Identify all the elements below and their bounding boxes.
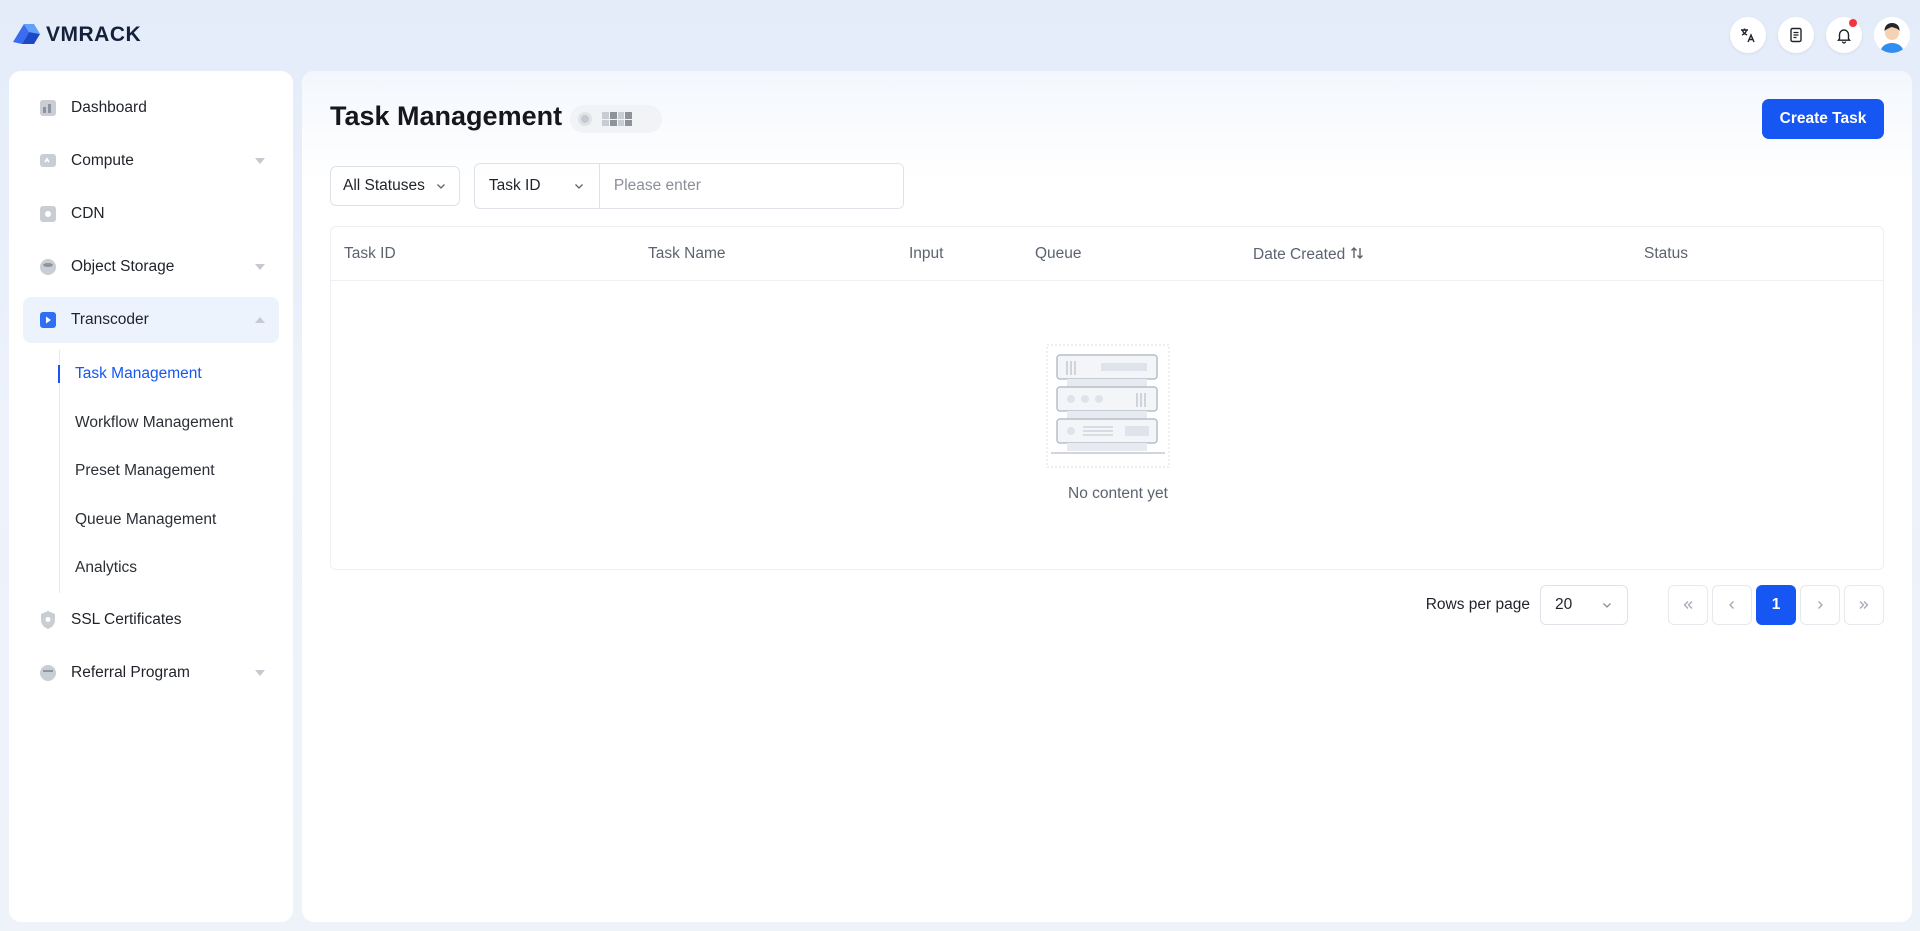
- sidebar-item-transcoder[interactable]: Transcoder: [23, 297, 279, 343]
- chevron-down-icon: [255, 264, 265, 270]
- document-icon: [1790, 27, 1802, 43]
- docs-button[interactable]: [1778, 17, 1814, 53]
- sidebar-subitem-analytics[interactable]: Analytics: [45, 544, 279, 593]
- region-chip[interactable]: [570, 105, 662, 133]
- sidebar-subitem-preset-management[interactable]: Preset Management: [45, 447, 279, 496]
- logo-icon: [13, 24, 40, 44]
- notifications-button[interactable]: [1826, 17, 1862, 53]
- storage-icon: [40, 259, 56, 275]
- sidebar-item-compute[interactable]: Compute: [23, 138, 279, 184]
- region-icon: [578, 112, 592, 126]
- last-page-button[interactable]: [1844, 585, 1884, 625]
- chevron-right-icon: [1818, 601, 1823, 609]
- column-queue: Queue: [1035, 245, 1082, 262]
- shield-icon: [41, 610, 55, 629]
- rows-per-page-select[interactable]: 20: [1540, 585, 1628, 625]
- search-field-select[interactable]: Task ID: [475, 164, 600, 208]
- sidebar-item-referral-program[interactable]: Referral Program: [23, 650, 279, 696]
- empty-state-text: No content yet: [1068, 485, 1168, 502]
- dashboard-icon: [40, 100, 56, 116]
- chevron-down-icon: [436, 184, 445, 189]
- referral-icon: [40, 664, 56, 681]
- column-input: Input: [909, 245, 944, 262]
- column-task-name: Task Name: [648, 245, 726, 262]
- prev-page-button[interactable]: [1712, 585, 1752, 625]
- chevron-down-icon: [1603, 603, 1611, 608]
- page-title: Task Management: [330, 101, 563, 131]
- double-chevron-left-icon: [1683, 601, 1693, 609]
- chevron-left-icon: [1729, 601, 1734, 609]
- create-task-button[interactable]: Create Task: [1762, 99, 1884, 139]
- compute-icon: [40, 154, 56, 167]
- sidebar-subitem-task-management[interactable]: Task Management: [45, 350, 279, 399]
- next-page-button[interactable]: [1800, 585, 1840, 625]
- chevron-down-icon: [574, 184, 583, 189]
- translate-icon: [1741, 28, 1755, 43]
- task-table: Task ID Task Name Input Queue Date Creat…: [330, 226, 1884, 570]
- redacted-label: [602, 112, 632, 126]
- brand-name: VMRACK: [46, 23, 142, 46]
- column-status: Status: [1644, 245, 1688, 262]
- search-input[interactable]: [599, 164, 903, 208]
- pagination: Rows per page 20 1: [1426, 585, 1884, 625]
- sidebar: Dashboard Compute CDN Object Storage Tra…: [9, 71, 293, 922]
- sort-icon[interactable]: [1349, 245, 1365, 261]
- avatar-icon: [1874, 17, 1910, 53]
- brand-logo[interactable]: VMRACK: [10, 20, 141, 50]
- bell-icon: [1837, 29, 1851, 44]
- first-page-button[interactable]: [1668, 585, 1708, 625]
- column-task-id: Task ID: [344, 245, 396, 262]
- status-filter-select[interactable]: All Statuses: [330, 166, 460, 206]
- top-bar: VMRACK: [0, 0, 1920, 70]
- sidebar-item-ssl-certificates[interactable]: SSL Certificates: [23, 597, 279, 643]
- sidebar-item-cdn[interactable]: CDN: [23, 191, 279, 237]
- cdn-icon: [40, 206, 56, 222]
- double-chevron-right-icon: [1859, 601, 1869, 609]
- user-avatar[interactable]: [1874, 17, 1910, 53]
- empty-state: No content yet: [331, 281, 1883, 569]
- sidebar-subitem-queue-management[interactable]: Queue Management: [45, 496, 279, 545]
- chevron-up-icon: [255, 317, 265, 323]
- main-panel: Task Management Create Task All Statuses…: [302, 71, 1912, 922]
- sidebar-item-object-storage[interactable]: Object Storage: [23, 244, 279, 290]
- column-date-created[interactable]: Date Created: [1253, 245, 1365, 264]
- empty-server-icon: [1046, 344, 1170, 468]
- page-button-current[interactable]: 1: [1756, 585, 1796, 625]
- sidebar-item-dashboard[interactable]: Dashboard: [23, 85, 279, 131]
- chevron-down-icon: [255, 669, 265, 676]
- transcoder-submenu: Task Management Workflow Management Pres…: [45, 350, 279, 593]
- search-combo: Task ID: [473, 163, 904, 209]
- notification-dot: [1849, 19, 1857, 27]
- language-button[interactable]: [1730, 17, 1766, 53]
- transcoder-icon: [40, 312, 56, 328]
- sidebar-subitem-workflow-management[interactable]: Workflow Management: [45, 399, 279, 448]
- rows-per-page-label: Rows per page: [1425, 596, 1530, 613]
- table-header: Task ID Task Name Input Queue Date Creat…: [331, 227, 1883, 281]
- chevron-down-icon: [255, 158, 265, 164]
